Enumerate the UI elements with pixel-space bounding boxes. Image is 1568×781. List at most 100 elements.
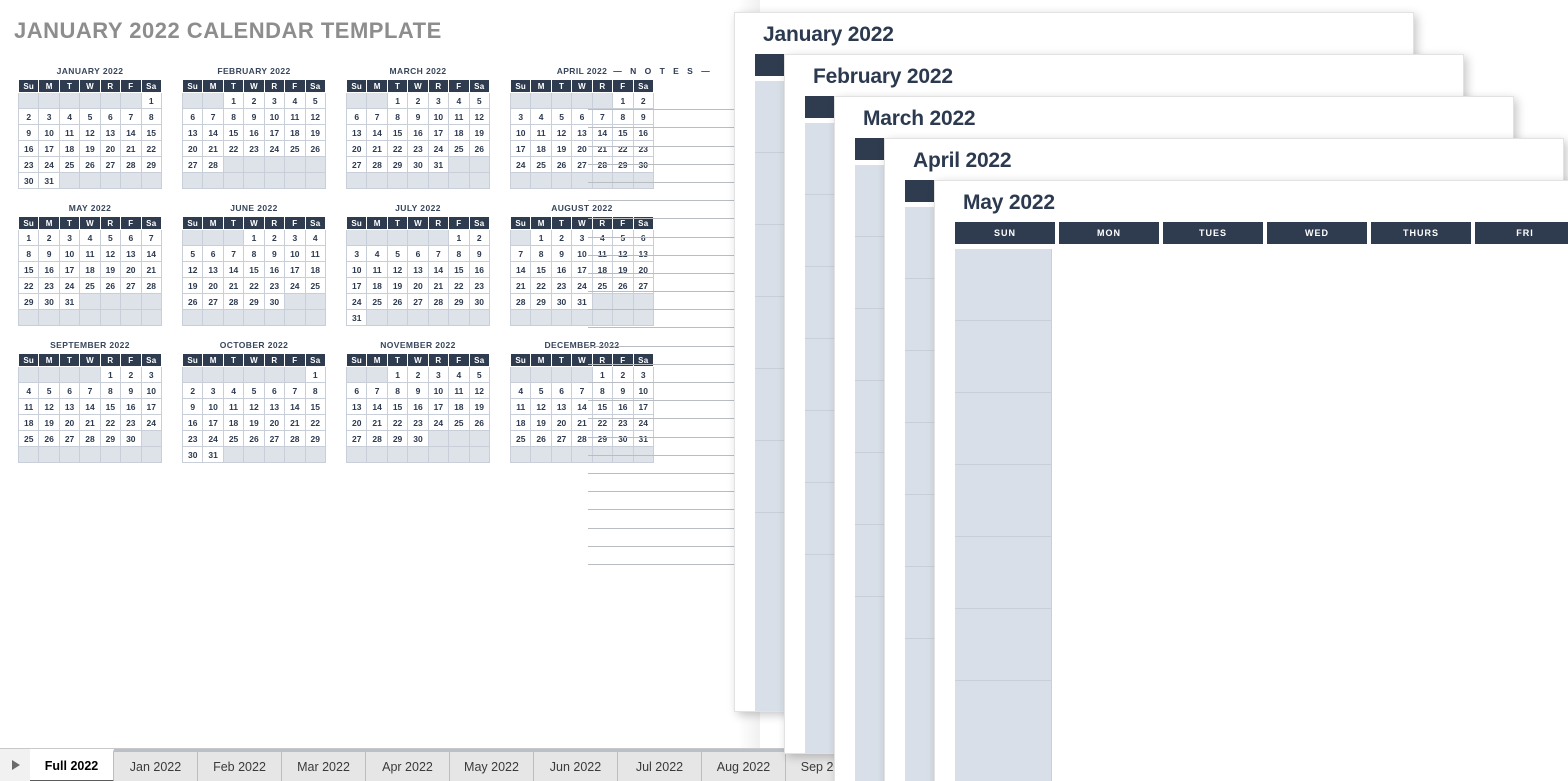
mini-calendar-day-cell[interactable] <box>222 446 245 463</box>
mini-calendar-day-cell[interactable] <box>140 293 163 310</box>
mini-calendar-day-cell[interactable]: 13 <box>99 124 122 141</box>
note-line[interactable] <box>588 365 738 383</box>
mini-calendar-day-cell[interactable]: 8 <box>17 245 40 262</box>
mini-calendar-day-cell[interactable]: 7 <box>120 108 142 125</box>
note-line[interactable] <box>588 256 738 274</box>
sheet-tab[interactable]: Jun 2022 <box>534 749 618 781</box>
mini-calendar-day-cell[interactable]: 2 <box>243 92 265 109</box>
sheet-tab[interactable]: May 2022 <box>450 749 534 781</box>
mini-calendar-day-cell[interactable]: 4 <box>448 92 470 109</box>
mini-calendar-day-cell[interactable] <box>99 446 122 463</box>
mini-calendar-day-cell[interactable]: 14 <box>222 261 245 278</box>
mini-calendar-day-cell[interactable] <box>202 229 224 246</box>
mini-calendar-day-cell[interactable]: 27 <box>181 156 204 173</box>
sheet-tab[interactable]: Feb 2022 <box>198 749 282 781</box>
note-line[interactable] <box>588 219 738 238</box>
mini-calendar-day-cell[interactable]: 5 <box>79 108 101 125</box>
sheet-tab[interactable]: Jan 2022 <box>114 749 198 781</box>
mini-calendar-day-cell[interactable]: 7 <box>79 382 101 399</box>
mini-calendar-day-cell[interactable]: 6 <box>550 382 573 399</box>
mini-calendar-day-cell[interactable]: 9 <box>468 245 491 262</box>
mini-calendar-day-cell[interactable]: 4 <box>530 108 552 125</box>
mini-calendar-day-cell[interactable]: 9 <box>263 245 286 262</box>
mini-calendar-day-cell[interactable] <box>58 309 81 326</box>
mini-calendar-day-cell[interactable] <box>304 172 327 189</box>
mini-calendar-day-cell[interactable]: 23 <box>243 140 265 157</box>
mini-calendar-day-cell[interactable]: 7 <box>202 108 224 125</box>
mini-calendar-day-cell[interactable]: 22 <box>448 277 470 294</box>
mini-calendar-day-cell[interactable]: 19 <box>468 124 491 141</box>
mini-calendar-day-cell[interactable] <box>79 92 101 109</box>
mini-calendar-day-cell[interactable]: 13 <box>120 245 142 262</box>
mini-calendar-day-cell[interactable] <box>407 229 429 246</box>
mini-calendar-day-cell[interactable] <box>79 172 101 189</box>
mini-calendar-day-cell[interactable]: 1 <box>243 229 265 246</box>
mini-calendar-day-cell[interactable]: 25 <box>366 293 388 310</box>
mini-calendar-day-cell[interactable]: 27 <box>99 156 122 173</box>
mini-calendar-day-cell[interactable]: 20 <box>263 414 286 431</box>
mini-calendar-day-cell[interactable]: 25 <box>284 140 306 157</box>
mini-calendar-day-cell[interactable]: 5 <box>468 366 491 383</box>
mini-calendar-day-cell[interactable]: 12 <box>38 398 60 415</box>
mini-calendar-day-cell[interactable]: 31 <box>427 156 450 173</box>
mini-calendar-day-cell[interactable]: 21 <box>202 140 224 157</box>
mini-calendar-day-cell[interactable]: 28 <box>79 430 101 447</box>
mini-calendar-day-cell[interactable]: 20 <box>99 140 122 157</box>
mini-calendar-day-cell[interactable]: 29 <box>530 293 552 310</box>
mini-calendar-day-cell[interactable]: 28 <box>284 430 306 447</box>
mini-calendar-day-cell[interactable]: 4 <box>17 382 40 399</box>
mini-calendar-day-cell[interactable]: 30 <box>120 430 142 447</box>
mini-calendar-day-cell[interactable]: 22 <box>386 414 409 431</box>
mini-calendar-day-cell[interactable]: 16 <box>407 124 429 141</box>
mini-calendar-day-cell[interactable] <box>120 309 142 326</box>
mini-calendar-day-cell[interactable] <box>468 172 491 189</box>
mini-calendar-day-cell[interactable] <box>550 366 573 383</box>
mini-calendar-day-cell[interactable]: 25 <box>448 414 470 431</box>
triangle-right-icon[interactable] <box>0 749 30 781</box>
mini-calendar-day-cell[interactable]: 21 <box>222 277 245 294</box>
mini-calendar-day-cell[interactable]: 13 <box>407 261 429 278</box>
mini-calendar-day-cell[interactable] <box>448 156 470 173</box>
mini-calendar-day-cell[interactable]: 17 <box>58 261 81 278</box>
mini-calendar-day-cell[interactable] <box>284 366 306 383</box>
mini-calendar-day-cell[interactable]: 16 <box>407 398 429 415</box>
mini-calendar-day-cell[interactable]: 14 <box>120 124 142 141</box>
mini-calendar-day-cell[interactable]: 14 <box>140 245 163 262</box>
mini-calendar-day-cell[interactable]: 28 <box>140 277 163 294</box>
mini-calendar-day-cell[interactable]: 12 <box>181 261 204 278</box>
mini-calendar-day-cell[interactable] <box>284 293 306 310</box>
mini-calendar-day-cell[interactable]: 15 <box>140 124 163 141</box>
mini-calendar-day-cell[interactable]: 28 <box>509 293 532 310</box>
mini-calendar-day-cell[interactable] <box>243 156 265 173</box>
mini-calendar-day-cell[interactable]: 7 <box>427 245 450 262</box>
mini-calendar-day-cell[interactable] <box>509 366 532 383</box>
mini-calendar-day-cell[interactable] <box>530 172 552 189</box>
mini-calendar-day-cell[interactable]: 11 <box>366 261 388 278</box>
mini-calendar-day-cell[interactable]: 24 <box>427 140 450 157</box>
mini-calendar-day-cell[interactable]: 26 <box>243 430 265 447</box>
mini-calendar-day-cell[interactable] <box>181 92 204 109</box>
mini-calendar-day-cell[interactable]: 11 <box>284 108 306 125</box>
mini-calendar-day-cell[interactable]: 8 <box>222 108 245 125</box>
mini-calendar-day-cell[interactable]: 14 <box>284 398 306 415</box>
mini-calendar-day-cell[interactable]: 1 <box>386 92 409 109</box>
mini-calendar-day-cell[interactable] <box>386 446 409 463</box>
mini-calendar-day-cell[interactable] <box>120 172 142 189</box>
mini-calendar-day-cell[interactable] <box>304 156 327 173</box>
mini-calendar-day-cell[interactable] <box>284 446 306 463</box>
mini-calendar-day-cell[interactable] <box>448 309 470 326</box>
stacked-sheet[interactable]: May 2022 SUNMONTUESWEDTHURSFRISAT <box>934 180 1568 781</box>
mini-calendar-day-cell[interactable]: 18 <box>79 261 101 278</box>
mini-calendar-day-cell[interactable]: 21 <box>427 277 450 294</box>
mini-calendar-day-cell[interactable]: 29 <box>17 293 40 310</box>
mini-calendar-day-cell[interactable]: 15 <box>386 398 409 415</box>
mini-calendar-day-cell[interactable]: 5 <box>99 229 122 246</box>
mini-calendar-day-cell[interactable]: 14 <box>366 398 388 415</box>
sheet-tab[interactable]: Full 2022 <box>30 749 114 781</box>
mini-calendar-day-cell[interactable]: 14 <box>366 124 388 141</box>
mini-calendar-day-cell[interactable] <box>222 172 245 189</box>
mini-calendar-day-cell[interactable]: 19 <box>386 277 409 294</box>
mini-calendar-day-cell[interactable] <box>530 92 552 109</box>
mini-calendar-day-cell[interactable]: 7 <box>222 245 245 262</box>
mini-calendar-day-cell[interactable]: 14 <box>427 261 450 278</box>
